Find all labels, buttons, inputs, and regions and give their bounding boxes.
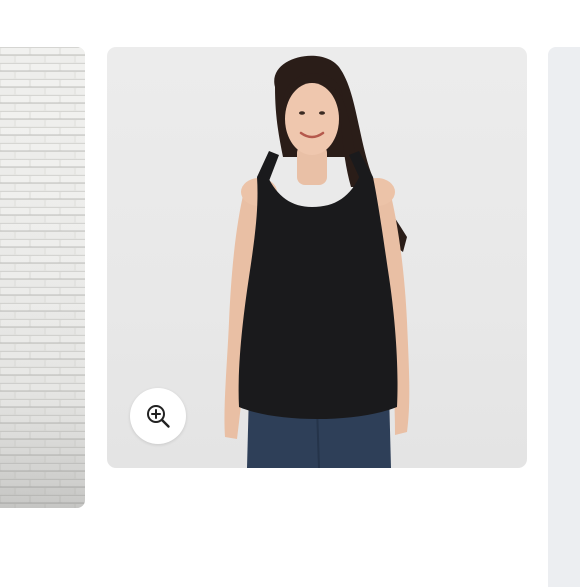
zoom-button[interactable] [130,388,186,444]
brick-wall-image [0,47,85,508]
zoom-in-icon [147,405,170,428]
previous-slide[interactable] [0,47,85,508]
next-slide[interactable] [548,47,580,587]
product-image-carousel [0,0,580,587]
